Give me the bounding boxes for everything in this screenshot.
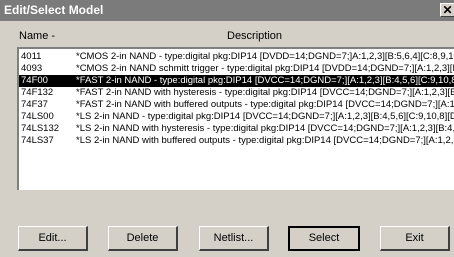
model-description: *CMOS 2-in NAND - type:digital pkg:DIP14… <box>76 51 454 62</box>
model-name: 74F37 <box>21 99 48 110</box>
model-description: *FAST 2-in NAND with buffered outputs - … <box>76 99 454 110</box>
model-row[interactable]: 74LS37 *LS 2-in NAND with buffered outpu… <box>19 135 454 147</box>
model-name: 74LS132 <box>21 123 60 134</box>
netlist-button[interactable]: Netlist... <box>199 226 269 251</box>
model-name: 4011 <box>21 51 42 62</box>
exit-button[interactable]: Exit <box>380 226 450 251</box>
model-name: 74LS37 <box>21 135 54 146</box>
model-row[interactable]: 74LS132 *LS 2-in NAND with hysteresis - … <box>19 123 454 135</box>
window-title: Edit/Select Model <box>4 3 104 17</box>
model-name: 74F00 <box>21 75 48 86</box>
model-description: *LS 2-in NAND - type:digital pkg:DIP14 [… <box>76 111 454 122</box>
model-name: 74F132 <box>21 87 54 98</box>
model-description: *LS 2-in NAND with hysteresis - type:dig… <box>76 123 454 134</box>
model-description: *FAST 2-in NAND with hysteresis - type:d… <box>76 87 454 98</box>
model-description: *LS 2-in NAND with buffered outputs - ty… <box>76 135 454 146</box>
model-row[interactable]: 74LS00 *LS 2-in NAND - type:digital pkg:… <box>19 111 454 123</box>
model-row[interactable]: 74F00 *FAST 2-in NAND - type:digital pkg… <box>19 75 454 87</box>
model-list[interactable]: 4011 *CMOS 2-in NAND - type:digital pkg:… <box>17 47 454 190</box>
select-button[interactable]: Select <box>288 226 360 251</box>
model-name: 74LS00 <box>21 111 54 122</box>
model-row[interactable]: 74F132 *FAST 2-in NAND with hysteresis -… <box>19 87 454 99</box>
model-description: *CMOS 2-in NAND schmitt trigger - type:d… <box>76 63 454 74</box>
close-icon[interactable]: ✕ <box>440 3 454 17</box>
model-row[interactable]: 4093 *CMOS 2-in NAND schmitt trigger - t… <box>19 63 454 75</box>
model-name: 4093 <box>21 63 43 74</box>
model-row[interactable]: 4011 *CMOS 2-in NAND - type:digital pkg:… <box>19 51 454 63</box>
edit-button[interactable]: Edit... <box>18 226 88 251</box>
list-header: Name - Description <box>12 25 454 47</box>
column-header-description[interactable]: Description <box>227 30 282 42</box>
delete-button[interactable]: Delete <box>108 226 178 251</box>
title-bar: Edit/Select Model ✕ <box>0 0 454 21</box>
model-description: *FAST 2-in NAND - type:digital pkg:DIP14… <box>76 75 454 86</box>
column-header-name[interactable]: Name - <box>19 30 55 42</box>
model-row[interactable]: 74F37 *FAST 2-in NAND with buffered outp… <box>19 99 454 111</box>
